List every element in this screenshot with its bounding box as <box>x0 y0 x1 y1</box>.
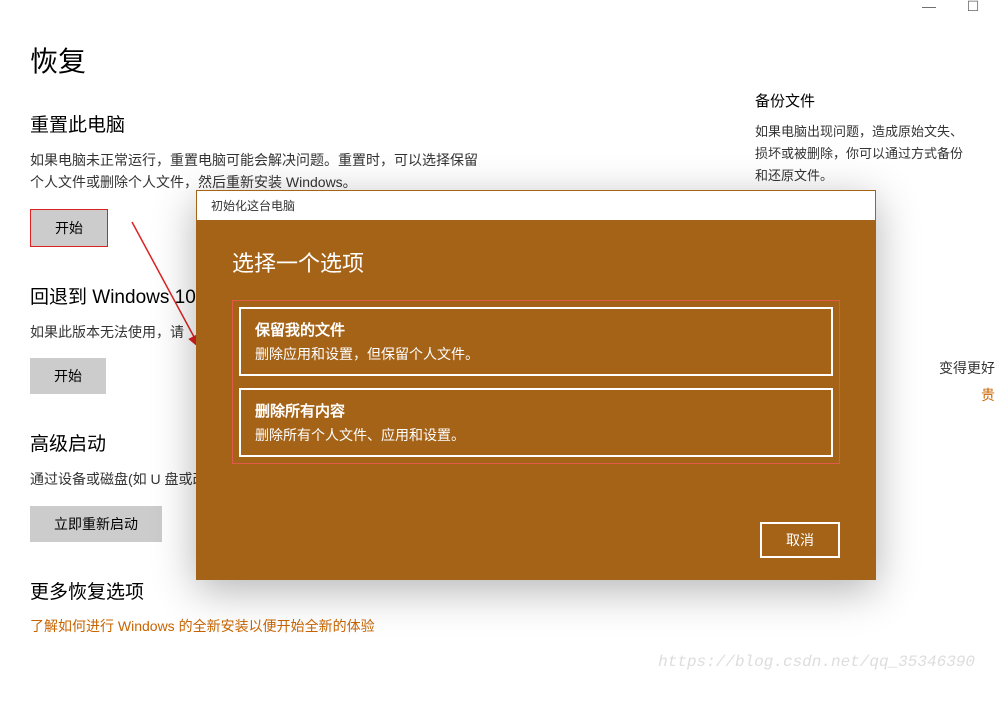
reset-start-button[interactable]: 开始 <box>31 210 107 246</box>
options-highlight-box: 保留我的文件 删除应用和设置，但保留个人文件。 删除所有内容 删除所有个人文件、… <box>232 300 840 464</box>
reset-title: 重置此电脑 <box>30 110 630 137</box>
option-keep-files[interactable]: 保留我的文件 删除应用和设置，但保留个人文件。 <box>239 307 833 376</box>
more-options-section: 更多恢复选项 了解如何进行 Windows 的全新安装以便开始全新的体验 <box>30 577 630 636</box>
reset-dialog: 初始化这台电脑 选择一个选项 保留我的文件 删除应用和设置，但保留个人文件。 删… <box>196 190 876 580</box>
option-desc: 删除所有个人文件、应用和设置。 <box>255 425 817 445</box>
watermark-text: https://blog.csdn.net/qq_35346390 <box>658 653 975 671</box>
option-title: 删除所有内容 <box>255 400 817 421</box>
maximize-button[interactable]: ☐ <box>967 0 979 12</box>
backup-desc: 如果电脑出现问题，造成原始文失、损坏或被删除，你可以通过方式备份和还原文件。 <box>755 121 965 187</box>
peek-link[interactable]: 贵 <box>981 385 995 405</box>
dialog-titlebar: 初始化这台电脑 <box>196 190 876 220</box>
restart-now-button[interactable]: 立即重新启动 <box>30 506 162 542</box>
cancel-button[interactable]: 取消 <box>760 522 840 558</box>
option-desc: 删除应用和设置，但保留个人文件。 <box>255 344 817 364</box>
rollback-start-button[interactable]: 开始 <box>30 358 106 394</box>
reset-desc: 如果电脑未正常运行，重置电脑可能会解决问题。重置时，可以选择保留个人文件或删除个… <box>30 149 480 194</box>
option-remove-everything[interactable]: 删除所有内容 删除所有个人文件、应用和设置。 <box>239 388 833 457</box>
peek-text: 变得更好 <box>939 358 995 378</box>
minimize-button[interactable]: — <box>923 0 935 12</box>
backup-title: 备份文件 <box>755 90 965 111</box>
option-title: 保留我的文件 <box>255 319 817 340</box>
fresh-install-link[interactable]: 了解如何进行 Windows 的全新安装以便开始全新的体验 <box>30 618 375 634</box>
more-title: 更多恢复选项 <box>30 577 630 604</box>
page-title: 恢复 <box>30 40 630 80</box>
dialog-heading: 选择一个选项 <box>232 246 840 278</box>
